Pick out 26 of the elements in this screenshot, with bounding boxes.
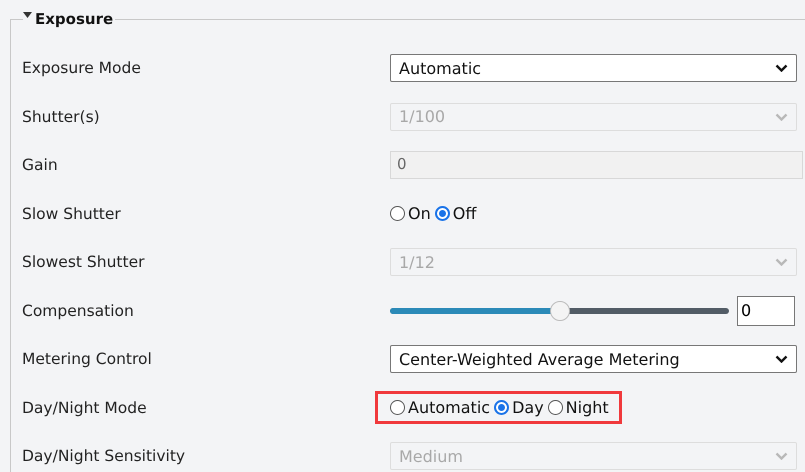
field-label: Slowest Shutter (21, 253, 146, 272)
caret-icon[interactable] (23, 12, 32, 18)
value-field[interactable]: 0 (737, 296, 795, 326)
chevron-icon (775, 258, 788, 266)
field-label: Exposure Mode (21, 59, 142, 78)
section-title: Exposure (35, 10, 114, 28)
field-label: Day/Night Sensitivity (21, 447, 186, 466)
radio-option[interactable]: Off (434, 204, 476, 224)
chevron-icon (775, 64, 788, 72)
field-label: Gain (21, 156, 59, 174)
chevron-icon (775, 355, 788, 364)
radio-option[interactable]: Night (548, 398, 609, 418)
dropdown[interactable]: Automatic (390, 54, 797, 82)
field-label: Day/Night Mode (21, 398, 148, 417)
field-label: Slow Shutter (21, 204, 122, 223)
field-label: Shutter(s) (21, 108, 101, 126)
chevron-icon (775, 112, 788, 121)
slider[interactable] (390, 300, 729, 321)
dropdown[interactable]: Center-Weighted Average Metering (390, 345, 797, 374)
chevron-icon (775, 452, 788, 460)
slider-thumb[interactable] (550, 300, 570, 321)
field-label: Compensation (21, 302, 135, 320)
field-label: Metering Control (21, 350, 153, 368)
radio-option[interactable]: Day (494, 398, 544, 418)
radio-option[interactable]: On (390, 204, 431, 224)
radio-option[interactable]: Automatic (390, 398, 490, 418)
